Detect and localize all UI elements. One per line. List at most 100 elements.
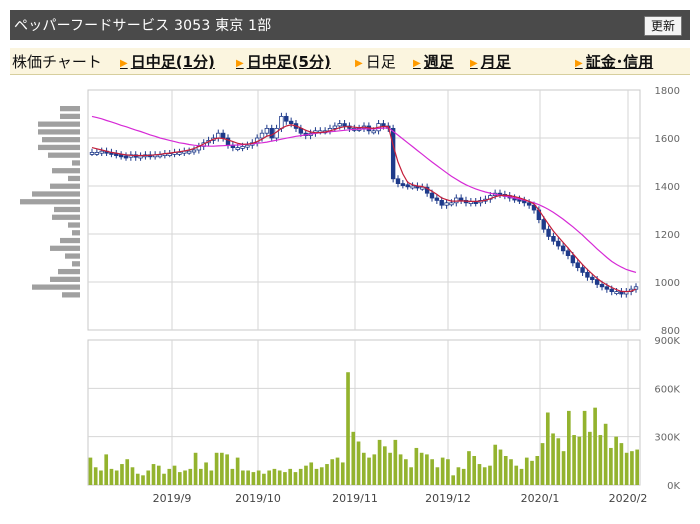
volume-bar xyxy=(93,467,98,485)
candle-body xyxy=(565,250,571,257)
candle-body xyxy=(560,245,566,252)
volume-bar xyxy=(125,459,130,485)
volume-bar xyxy=(398,454,403,485)
volume-bar xyxy=(156,465,161,485)
volume-profile-bar xyxy=(72,230,80,236)
candle-body xyxy=(245,144,250,148)
volume-bar xyxy=(493,444,498,485)
candle-body xyxy=(556,240,561,247)
volume-bar xyxy=(256,470,261,485)
volume-bar xyxy=(346,372,350,485)
volume-bar xyxy=(130,467,135,485)
candle-body xyxy=(157,154,163,158)
volume-bar xyxy=(377,439,382,485)
candle-body xyxy=(284,116,289,122)
volume-bar xyxy=(630,451,634,485)
candle-body xyxy=(575,262,580,268)
volume-bar xyxy=(151,464,156,485)
volume-bar xyxy=(361,452,366,485)
volume-bar xyxy=(540,443,545,485)
volume-bar xyxy=(304,465,308,485)
candle-body xyxy=(395,178,401,185)
candle-body xyxy=(434,197,440,201)
volume-profile-bar xyxy=(50,183,80,189)
volume-bar xyxy=(503,456,508,485)
candle-body xyxy=(381,123,386,127)
volume-profile-bar xyxy=(58,268,80,275)
price-tick-label: 1200 xyxy=(655,230,680,241)
volume-bar xyxy=(603,423,608,485)
volume-bar xyxy=(519,468,524,485)
candle-body xyxy=(240,145,245,149)
candle-body xyxy=(599,283,605,288)
volume-bar xyxy=(293,472,298,485)
candle-body xyxy=(594,279,600,285)
volume-bar xyxy=(330,459,335,485)
price-tick-label: 1400 xyxy=(655,182,680,193)
volume-profile-bar xyxy=(38,121,80,127)
candle-body xyxy=(177,151,182,155)
x-tick-label: 2020/1 xyxy=(521,492,560,505)
candle-body xyxy=(526,202,532,206)
candle-body xyxy=(439,199,444,206)
volume-profile-bar xyxy=(32,191,80,197)
candle-body xyxy=(89,151,95,155)
volume-bar xyxy=(635,449,639,485)
volume-bar xyxy=(624,452,629,485)
volume-bar xyxy=(388,452,392,485)
candle-body xyxy=(570,255,576,264)
candle-body xyxy=(342,123,347,127)
x-tick-label: 2019/10 xyxy=(235,492,281,505)
volume-bar xyxy=(340,462,345,485)
candle-body xyxy=(371,130,376,134)
candle-body xyxy=(580,267,585,273)
candle-body xyxy=(167,153,172,157)
volume-bar xyxy=(414,447,419,485)
volume-bar xyxy=(162,473,166,485)
volume-bar xyxy=(530,460,534,485)
price-tick-label: 1800 xyxy=(655,86,680,97)
candle-body xyxy=(590,276,595,281)
volume-bar xyxy=(498,449,503,485)
volume-bar xyxy=(551,433,555,485)
volume-profile-bar xyxy=(38,129,80,135)
volume-bar xyxy=(199,468,203,485)
volume-profile-bar xyxy=(65,253,80,259)
volume-profile-bar xyxy=(50,245,80,251)
candle-body xyxy=(546,228,551,237)
volume-profile-bar xyxy=(52,168,80,174)
volume-profile-bar xyxy=(42,137,80,143)
volume-bar xyxy=(356,441,361,485)
volume-bar xyxy=(614,436,618,485)
volume-bar xyxy=(425,454,429,485)
x-tick-label: 2019/11 xyxy=(332,492,378,505)
price-tick-label: 1600 xyxy=(655,134,680,145)
volume-bar xyxy=(262,473,266,485)
volume-bar xyxy=(283,472,287,485)
volume-profile-bar xyxy=(62,292,80,298)
candle-body xyxy=(235,147,240,151)
volume-bar xyxy=(430,459,434,485)
volume-profile-bar xyxy=(48,152,80,158)
volume-bar xyxy=(393,439,398,485)
volume-bar xyxy=(172,465,177,485)
volume-bar xyxy=(246,470,250,485)
volume-bar xyxy=(335,457,340,485)
volume-bar xyxy=(567,410,571,485)
candle-body xyxy=(444,202,449,206)
volume-bar xyxy=(183,470,187,485)
candle-body xyxy=(118,154,124,158)
volume-bar xyxy=(241,470,245,485)
volume-profile-bar xyxy=(72,160,80,166)
candle-body xyxy=(332,125,338,129)
volume-bar xyxy=(288,468,293,485)
volume-bar xyxy=(272,468,277,485)
volume-tick-label: 300K xyxy=(654,433,680,444)
volume-bar xyxy=(146,470,151,485)
volume-profile-bar xyxy=(52,214,80,220)
volume-profile-bar xyxy=(68,175,80,182)
volume-bar xyxy=(456,467,461,485)
volume-bar xyxy=(204,462,208,485)
volume-profile-bar xyxy=(20,199,80,205)
candle-body xyxy=(337,123,342,127)
